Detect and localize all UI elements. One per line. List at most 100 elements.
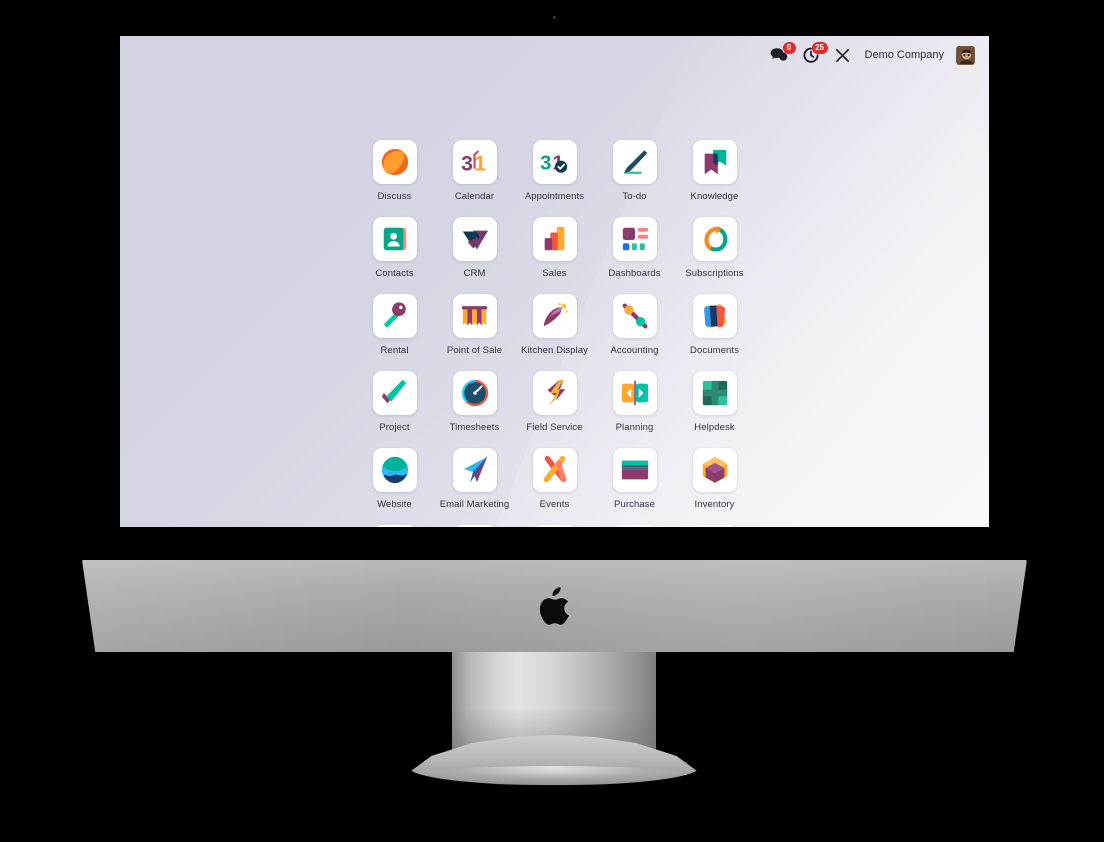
imac-screen: 0 25 Demo Company Discuss 3 1 Calendar 3… [120, 36, 989, 527]
app-tile [372, 217, 417, 261]
app-label: Events [539, 499, 570, 510]
app-documents[interactable]: Documents [675, 294, 755, 371]
app-purchase[interactable]: Purchase [595, 448, 675, 525]
email-marketing-icon [463, 456, 487, 483]
app-label: Point of Sale [446, 345, 503, 356]
app-employees[interactable]: Employees [595, 525, 675, 527]
app-tile [452, 294, 497, 338]
app-label: Discuss [377, 191, 412, 202]
app-tile [532, 217, 577, 261]
app-website[interactable]: Website [355, 448, 435, 525]
app-accounting[interactable]: Accounting [595, 294, 675, 371]
knowledge-icon [704, 149, 726, 175]
app-label: Documents [690, 345, 739, 356]
app-label: Sales [542, 268, 567, 279]
app-tile [692, 525, 737, 527]
timesheets-icon [461, 379, 488, 407]
app-tile [372, 525, 417, 527]
app-sign[interactable]: Sign [515, 525, 595, 527]
app-tile [532, 525, 577, 527]
app-tile [372, 140, 417, 184]
app-label: Dashboards [608, 268, 661, 279]
app-shop-floor[interactable]: Shop Floor [435, 525, 515, 527]
app-todo[interactable]: To-do [595, 140, 675, 217]
project-icon [381, 379, 406, 404]
app-tile [612, 140, 657, 184]
app-sales[interactable]: Sales [515, 217, 595, 294]
imac-chin [82, 560, 1027, 652]
contacts-icon [383, 227, 406, 251]
point-of-sale-icon [461, 306, 487, 326]
field-service-icon [547, 379, 565, 407]
app-point-of-sale[interactable]: Point of Sale [435, 294, 515, 371]
app-tile [452, 525, 497, 527]
svg-text:3: 3 [540, 152, 551, 175]
planning-icon [621, 380, 648, 406]
avatar[interactable] [956, 45, 975, 65]
app-tile [612, 217, 657, 261]
company-name[interactable]: Demo Company [865, 49, 944, 61]
kitchen-display-icon [543, 302, 568, 327]
app-email-marketing[interactable]: Email Marketing [435, 448, 515, 525]
app-knowledge[interactable]: Knowledge [675, 140, 755, 217]
app-crm[interactable]: CRM [435, 217, 515, 294]
app-tile [532, 294, 577, 338]
imac-stand-foot-highlight [408, 766, 700, 786]
purchase-icon [621, 460, 648, 480]
app-project[interactable]: Project [355, 371, 435, 448]
app-label: Email Marketing [439, 499, 510, 510]
app-events[interactable]: Events [515, 448, 595, 525]
apple-logo-icon [539, 587, 569, 625]
messages-button[interactable]: 0 [769, 42, 796, 65]
app-label: Field Service [526, 422, 583, 433]
messages-badge: 0 [782, 42, 796, 54]
app-manufacturing[interactable]: Manufacturing [355, 525, 435, 527]
tools-button[interactable] [833, 45, 853, 65]
app-tile [452, 371, 497, 415]
app-tile [372, 371, 417, 415]
app-contacts[interactable]: Contacts [355, 217, 435, 294]
app-label: Planning [615, 422, 654, 433]
app-tile [612, 371, 657, 415]
app-helpdesk[interactable]: Helpdesk [675, 371, 755, 448]
app-tile: 3 1 [532, 140, 577, 184]
app-tile [692, 294, 737, 338]
events-icon [543, 455, 566, 483]
app-recruitment[interactable]: Recruitment [675, 525, 755, 527]
app-label: Helpdesk [694, 422, 735, 433]
rental-icon [383, 302, 406, 328]
app-field-service[interactable]: Field Service [515, 371, 595, 448]
app-planning[interactable]: Planning [595, 371, 675, 448]
app-kitchen-display[interactable]: Kitchen Display [515, 294, 595, 371]
activities-badge: 25 [811, 42, 828, 54]
app-timesheets[interactable]: Timesheets [435, 371, 515, 448]
app-grid: Discuss 3 1 Calendar 3 1 [320, 140, 790, 527]
app-label: Purchase [614, 499, 655, 510]
app-discuss[interactable]: Discuss [355, 140, 435, 217]
app-tile [532, 371, 577, 415]
calendar-icon: 3 1 [460, 150, 485, 175]
app-tile [452, 448, 497, 492]
app-tile [532, 448, 577, 492]
discuss-icon [381, 148, 408, 176]
accounting-icon [622, 303, 647, 329]
app-label: Contacts [375, 268, 414, 279]
app-rental[interactable]: Rental [355, 294, 435, 371]
app-label: Kitchen Display [521, 345, 588, 356]
app-label: Rental [380, 345, 409, 356]
app-dashboards[interactable]: Dashboards [595, 217, 675, 294]
app-tile [612, 448, 657, 492]
app-tile [372, 448, 417, 492]
app-subscriptions[interactable]: Subscriptions [675, 217, 755, 294]
activities-button[interactable]: 25 [801, 42, 828, 65]
helpdesk-icon [702, 380, 727, 406]
app-calendar[interactable]: 3 1 Calendar [435, 140, 515, 217]
app-label: CRM [463, 268, 486, 279]
tools-icon [836, 48, 849, 62]
app-label: Calendar [454, 191, 495, 202]
app-tile [692, 217, 737, 261]
app-inventory[interactable]: Inventory [675, 448, 755, 525]
app-label: Website [377, 499, 412, 510]
app-appointments[interactable]: 3 1 Appointments [515, 140, 595, 217]
screenshot-root: 0 25 Demo Company Discuss 3 1 Calendar 3… [0, 0, 1104, 842]
